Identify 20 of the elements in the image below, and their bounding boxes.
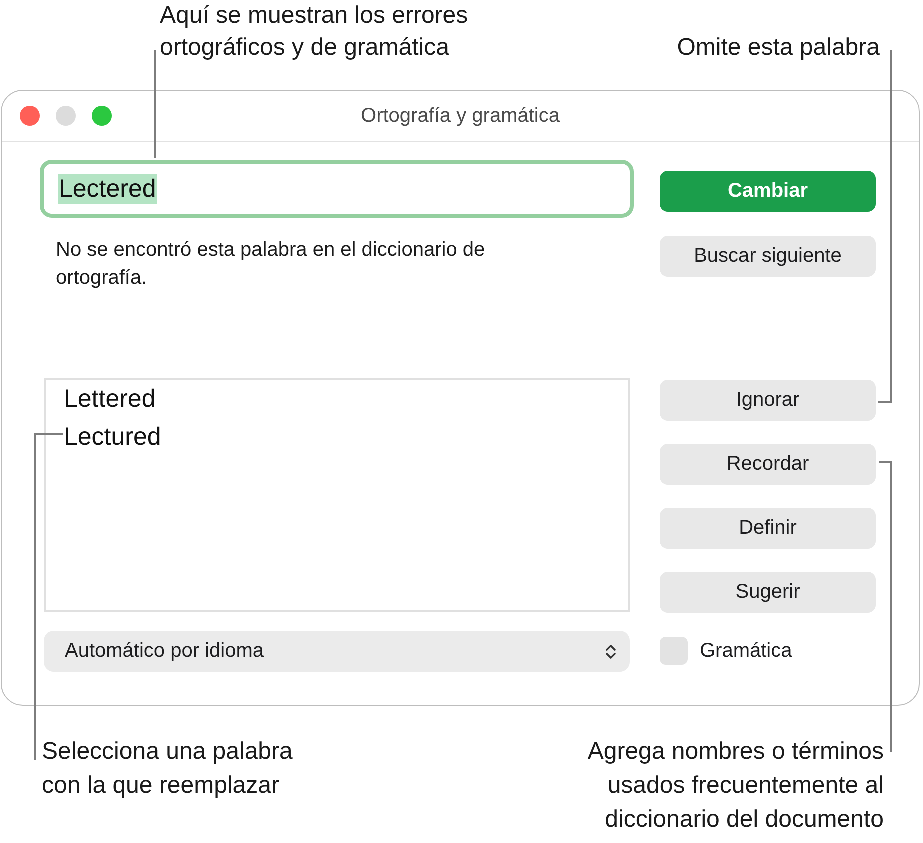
close-icon[interactable] [20, 106, 40, 126]
callout-text: Selecciona una palabra con la que reemplazar [42, 737, 294, 801]
language-dropdown[interactable]: Automático por idioma [44, 631, 630, 672]
callout-text: Omite esta palabra [677, 33, 880, 63]
suggestion-item[interactable]: Lectured [46, 418, 628, 456]
ignore-button[interactable]: Ignorar [660, 380, 876, 421]
chevron-up-down-icon [606, 644, 616, 660]
checkbox-label[interactable]: Gramática [700, 640, 792, 662]
find-next-button[interactable]: Buscar siguiente [660, 236, 876, 277]
zoom-icon[interactable] [92, 106, 112, 126]
suggestion-item[interactable]: Lettered [46, 380, 628, 418]
checkbox[interactable] [660, 637, 688, 665]
window-title: Ortografía y gramática [361, 104, 560, 128]
remember-button[interactable]: Recordar [660, 444, 876, 485]
word-field[interactable]: Lectered [40, 160, 634, 218]
define-button[interactable]: Definir [660, 508, 876, 549]
callout-text: Aquí se muestran los errores ortográficos y de gramática [160, 1, 470, 63]
suggest-button[interactable]: Sugerir [660, 572, 876, 613]
message-text: No se encontró esta palabra en el diccionario de ortografía. [56, 238, 486, 291]
callout-text: Agrega nombres o términos usados frecuentemente al diccionario del documento [586, 737, 884, 835]
